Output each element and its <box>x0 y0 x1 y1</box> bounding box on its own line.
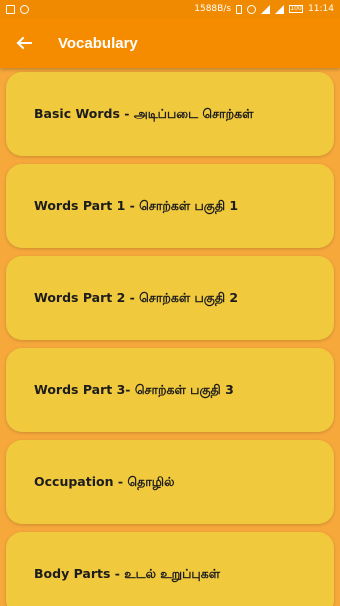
app-notification-icon <box>20 4 29 14</box>
status-left <box>6 4 29 14</box>
phone-icon <box>236 4 243 14</box>
list-item-label: Occupation - தொழில் <box>34 473 175 489</box>
battery-icon: 100 <box>289 5 304 13</box>
status-bar: 1588B/s 100 11:14 <box>0 0 340 18</box>
network-speed: 1588B/s <box>194 4 232 14</box>
wifi-signal-icon <box>261 4 271 14</box>
vocabulary-list[interactable]: Basic Words - அடிப்படை சொற்கள் Words Par… <box>0 68 340 606</box>
list-item-words-part-2[interactable]: Words Part 2 - சொற்கள் பகுதி 2 <box>6 256 334 340</box>
list-item-body-parts[interactable]: Body Parts - உடல் உறுப்புகள் <box>6 532 334 606</box>
app-bar: Vocabulary <box>0 18 340 68</box>
list-item-label: Words Part 3- சொற்கள் பகுதி 3 <box>34 381 234 397</box>
battery-level: 100 <box>290 5 302 12</box>
list-item-occupation[interactable]: Occupation - தொழில் <box>6 440 334 524</box>
arrow-left-icon[interactable] <box>4 23 44 63</box>
list-item-label: Basic Words - அடிப்படை சொற்கள் <box>34 105 254 121</box>
status-time: 11:14 <box>308 4 334 14</box>
list-item-words-part-3[interactable]: Words Part 3- சொற்கள் பகுதி 3 <box>6 348 334 432</box>
list-item-label: Body Parts - உடல் உறுப்புகள் <box>34 565 220 581</box>
page-title: Vocabulary <box>58 34 138 52</box>
list-item-basic-words[interactable]: Basic Words - அடிப்படை சொற்கள் <box>6 72 334 156</box>
list-item-label: Words Part 2 - சொற்கள் பகுதி 2 <box>34 289 239 305</box>
list-item-label: Words Part 1 - சொற்கள் பகுதி 1 <box>34 197 239 213</box>
alarm-icon <box>247 4 257 14</box>
status-right: 1588B/s 100 11:14 <box>194 4 334 14</box>
gallery-notification-icon <box>6 4 15 14</box>
cell-signal-icon <box>275 4 285 14</box>
list-item-words-part-1[interactable]: Words Part 1 - சொற்கள் பகுதி 1 <box>6 164 334 248</box>
